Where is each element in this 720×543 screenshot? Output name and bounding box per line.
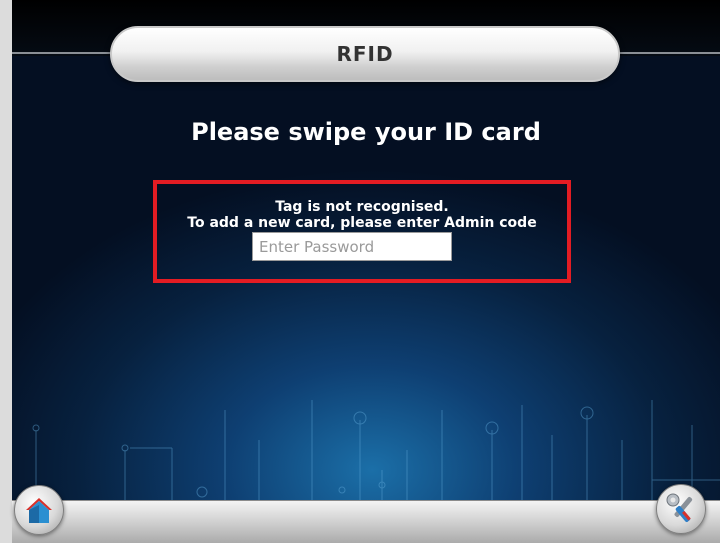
page-title: RFID (336, 42, 394, 66)
circuit-decoration (32, 400, 720, 500)
home-button[interactable] (14, 485, 64, 535)
home-icon (26, 498, 52, 523)
alert-box: Tag is not recognised. To add a new card… (153, 180, 571, 283)
settings-button[interactable] (656, 484, 706, 534)
swipe-instruction: Please swipe your ID card (191, 118, 541, 146)
tools-icon (666, 493, 693, 523)
tag-not-recognised-message: Tag is not recognised. (275, 199, 449, 215)
admin-code-instruction: To add a new card, please enter Admin co… (187, 215, 537, 231)
bottom-bar (12, 500, 720, 543)
password-input[interactable] (252, 232, 452, 261)
title-pill: RFID (110, 26, 620, 82)
kiosk-screen: RFID Please swipe your ID card Tag is no… (12, 0, 720, 543)
